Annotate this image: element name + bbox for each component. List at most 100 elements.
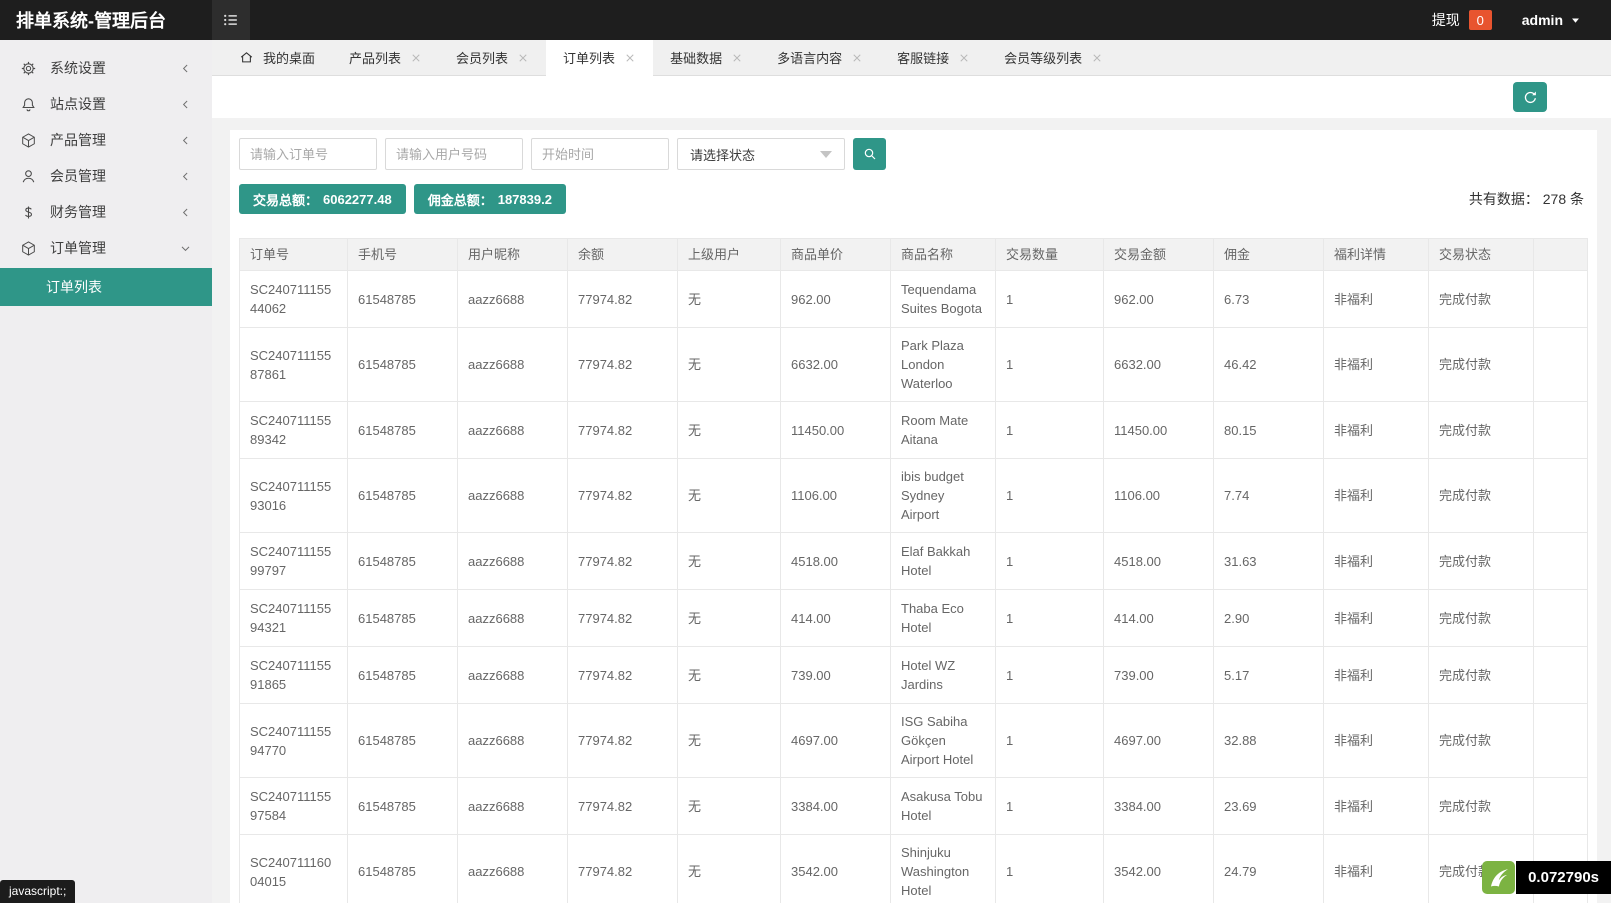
close-icon[interactable] (410, 52, 422, 64)
record-count: 共有数据： 278 条 (1469, 189, 1588, 209)
close-icon[interactable] (624, 52, 636, 64)
table-cell-extra (1533, 327, 1588, 402)
sidebar-subitem-label: 订单列表 (46, 279, 102, 295)
table-cell: 无 (677, 532, 781, 590)
table-cell: 非福利 (1323, 703, 1429, 778)
table-cell: SC24071115597584 (239, 777, 348, 835)
sidebar-subitem-order-list[interactable]: 订单列表 (0, 268, 212, 306)
table-cell-extra (1533, 777, 1588, 835)
table-cell-extra (1533, 532, 1588, 590)
close-icon[interactable] (1091, 52, 1103, 64)
table-cell: Shinjuku Washington Hotel (890, 834, 996, 903)
table-row: SC24071115591865 61548785 aazz6688 77974.82… (239, 646, 1588, 704)
home-icon (239, 50, 254, 65)
tab-product-list[interactable]: 产品列表 (332, 40, 439, 75)
tab-base-data[interactable]: 基础数据 (653, 40, 760, 75)
top-header: 排单系统-管理后台 提现 0 admin (0, 0, 1611, 40)
table-cell: 4518.00 (780, 532, 891, 590)
table-cell: 3384.00 (1103, 777, 1214, 835)
table-cell: 1 (995, 703, 1104, 778)
table-cell: 6.73 (1213, 270, 1324, 328)
cube-icon (20, 132, 37, 149)
table-body: SC24071115544062 61548785 aazz6688 77974.82… (239, 270, 1588, 903)
col-header-extra (1533, 238, 1588, 271)
main-area: 我的桌面 产品列表 会员列表 订单列表 基础数据 多语言内容 客服链接 会员等级… (212, 40, 1611, 903)
user-menu[interactable]: admin (1522, 12, 1581, 28)
start-time-input[interactable] (531, 138, 669, 170)
sidebar-item-site-settings[interactable]: 站点设置 (0, 86, 212, 122)
table-cell: 61548785 (347, 532, 458, 590)
table-cell: 1 (995, 401, 1104, 459)
username: admin (1521, 12, 1563, 28)
table-cell: aazz6688 (457, 589, 568, 647)
table-cell: 无 (677, 834, 781, 903)
close-icon[interactable] (958, 52, 970, 64)
tab-service-link[interactable]: 客服链接 (880, 40, 987, 75)
sidebar-item-label: 产品管理 (50, 132, 106, 148)
table-cell: 7.74 (1213, 458, 1324, 533)
record-count-label: 共有数据： (1468, 191, 1539, 207)
sidebar-item-label: 会员管理 (50, 168, 106, 184)
col-header-1: 手机号 (347, 238, 458, 271)
tab-label: 会员列表 (456, 51, 509, 66)
status-select[interactable]: 请选择状态 (677, 138, 845, 170)
table-cell: 32.88 (1213, 703, 1324, 778)
table-row: SC24071115599797 61548785 aazz6688 77974.82… (239, 532, 1588, 590)
col-header-8: 交易金额 (1103, 238, 1214, 271)
filter-bar: 请选择状态 (239, 138, 1588, 170)
table-cell: aazz6688 (457, 458, 568, 533)
close-icon[interactable] (731, 52, 743, 64)
table-cell: 3542.00 (1103, 834, 1214, 903)
refresh-button[interactable] (1513, 82, 1547, 112)
search-button[interactable] (853, 138, 886, 170)
sidebar-item-label: 财务管理 (50, 204, 106, 220)
gear-icon (20, 60, 37, 77)
sidebar-item-system-settings[interactable]: 系统设置 (0, 50, 212, 86)
table-cell: 77974.82 (567, 270, 678, 328)
sidebar-item-label: 订单管理 (50, 240, 106, 256)
table-cell: Elaf Bakkah Hotel (890, 532, 996, 590)
table-cell: 11450.00 (780, 401, 891, 459)
tab-member-level-list[interactable]: 会员等级列表 (987, 40, 1120, 75)
tab-order-list[interactable]: 订单列表 (546, 40, 654, 76)
table-cell: 77974.82 (567, 589, 678, 647)
table-header-row: 订单号 手机号 用户昵称 余额 上级用户 商品单价 商品名称 交易数量 交易金额 佣金 福利详情 交易… (239, 238, 1588, 271)
user-no-input[interactable] (385, 138, 523, 170)
table-cell: 1 (995, 327, 1104, 402)
sidebar-toggle-button[interactable] (212, 0, 250, 40)
table-row: SC24071115594321 61548785 aazz6688 77974.82… (239, 589, 1588, 647)
table-cell: 77974.82 (567, 777, 678, 835)
table-cell: 1106.00 (1103, 458, 1214, 533)
close-icon[interactable] (517, 52, 529, 64)
table-row: SC24071115589342 61548785 aazz6688 77974.82… (239, 401, 1588, 459)
sidebar-item-product-management[interactable]: 产品管理 (0, 122, 212, 158)
table-cell-extra (1533, 589, 1588, 647)
sidebar-item-finance-management[interactable]: 财务管理 (0, 194, 212, 230)
table-cell: 77974.82 (567, 646, 678, 704)
tab-desktop[interactable]: 我的桌面 (222, 40, 332, 75)
tab-member-list[interactable]: 会员列表 (439, 40, 546, 75)
app-title: 排单系统-管理后台 (16, 11, 166, 31)
table-cell: aazz6688 (457, 777, 568, 835)
table-cell: 非福利 (1323, 777, 1429, 835)
sidebar-item-order-management[interactable]: 订单管理 (0, 230, 212, 266)
close-icon[interactable] (851, 52, 863, 64)
col-header-10: 福利详情 (1323, 238, 1429, 271)
table-cell: aazz6688 (457, 270, 568, 328)
cube-icon (20, 240, 37, 257)
withdraw-link[interactable]: 提现 0 (1432, 10, 1492, 30)
tab-label: 我的桌面 (263, 51, 316, 66)
table-row: SC24071115597584 61548785 aazz6688 77974.82… (239, 777, 1588, 835)
summary-bar: 交易总额： 6062277.48 佣金总额： 187839.2 共有数据： 27… (239, 184, 1588, 214)
order-no-input[interactable] (239, 138, 377, 170)
table-cell: 61548785 (347, 327, 458, 402)
user-icon (20, 168, 37, 185)
table-cell: 414.00 (780, 589, 891, 647)
sidebar-item-member-management[interactable]: 会员管理 (0, 158, 212, 194)
tab-multilang-content[interactable]: 多语言内容 (760, 40, 880, 75)
total-commission-value: 187839.2 (497, 191, 552, 207)
table-cell: 无 (677, 458, 781, 533)
table-cell: 4518.00 (1103, 532, 1214, 590)
table-cell: 无 (677, 777, 781, 835)
table-cell: 非福利 (1323, 532, 1429, 590)
